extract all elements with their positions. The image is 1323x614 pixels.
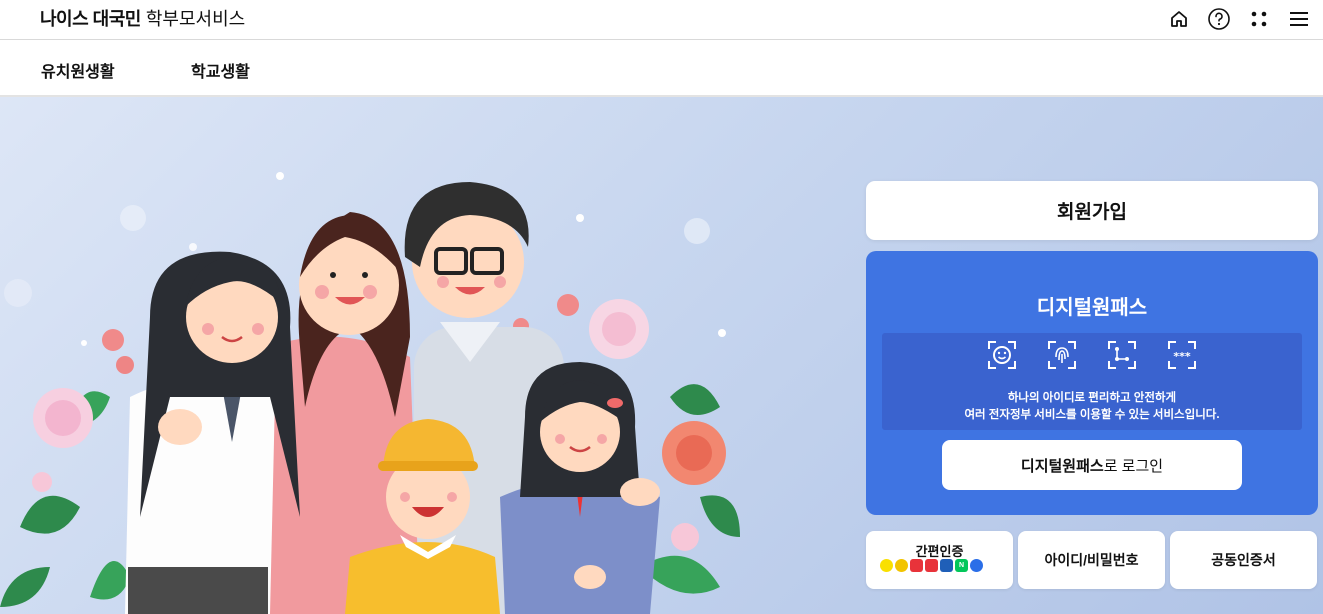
payco-logo [910,559,923,572]
brand-logo[interactable]: 나이스 대국민 학부모서비스 [40,8,245,30]
apps-icon[interactable] [1247,7,1271,31]
certificate-label: 공동인증서 [1211,552,1276,568]
certificate-button[interactable]: 공동인증서 [1170,531,1317,589]
home-icon[interactable] [1167,7,1191,31]
top-icon-group [1167,7,1311,31]
help-icon[interactable] [1207,7,1231,31]
digital-onepass-title: 디지털원패스 [1036,297,1148,319]
digital-onepass-login-button[interactable]: 디지털원패스 로 로그인 [942,440,1242,490]
naver-logo: N [955,559,968,572]
simple-auth-label: 간편인증 [915,544,964,559]
pin-text: *** [1173,350,1191,363]
family-illustration [0,172,740,614]
description-line-1: 하나의 아이디로 편리하고 안전하게 [1007,392,1177,404]
brand-name: 나이스 대국민 [40,9,141,29]
brand-subtitle: 학부모서비스 [145,9,246,29]
top-bar: 나이스 대국민 학부모서비스 [0,0,1323,40]
pass-logo [895,559,908,572]
fingerprint-icon [1048,341,1076,369]
kakao-logo [880,559,893,572]
simple-auth-logos: N [880,559,983,572]
login-button-bold-label: 디지털원패스 [1020,457,1104,475]
id-password-button[interactable]: 아이디/비밀번호 [1018,531,1165,589]
auth-method-icons: *** [882,339,1302,371]
kb-logo [940,559,953,572]
face-id-icon [988,341,1016,369]
hero-banner: 회원가입 디지털원패스 *** 하나의 아이디로 편리하고 안전하게 여러 전자… [0,97,1323,614]
login-button-label: 로 로그인 [1103,457,1164,475]
toss-logo [970,559,983,572]
description-line-2: 여러 전자정부 서비스를 이용할 수 있는 서비스입니다. [964,409,1220,421]
digital-onepass-info-box: *** 하나의 아이디로 편리하고 안전하게 여러 전자정부 서비스를 이용할 … [882,333,1302,430]
pin-icon: *** [1168,341,1196,369]
pattern-icon [1108,341,1136,369]
main-nav: 유치원생활 학교생활 [0,40,1323,97]
samsung-pass-logo [925,559,938,572]
digital-onepass-card: 디지털원패스 *** 하나의 아이디로 편리하고 안전하게 여러 전자정부 서비… [866,251,1318,515]
id-password-label: 아이디/비밀번호 [1044,552,1139,568]
simple-auth-button[interactable]: 간편인증 N [866,531,1013,589]
nav-item-kindergarten[interactable]: 유치원생활 [41,58,115,82]
nav-item-school[interactable]: 학교생활 [191,58,250,82]
digital-onepass-description: 하나의 아이디로 편리하고 안전하게 여러 전자정부 서비스를 이용할 수 있는… [882,390,1302,424]
signup-button[interactable]: 회원가입 [866,181,1318,240]
menu-icon[interactable] [1287,7,1311,31]
